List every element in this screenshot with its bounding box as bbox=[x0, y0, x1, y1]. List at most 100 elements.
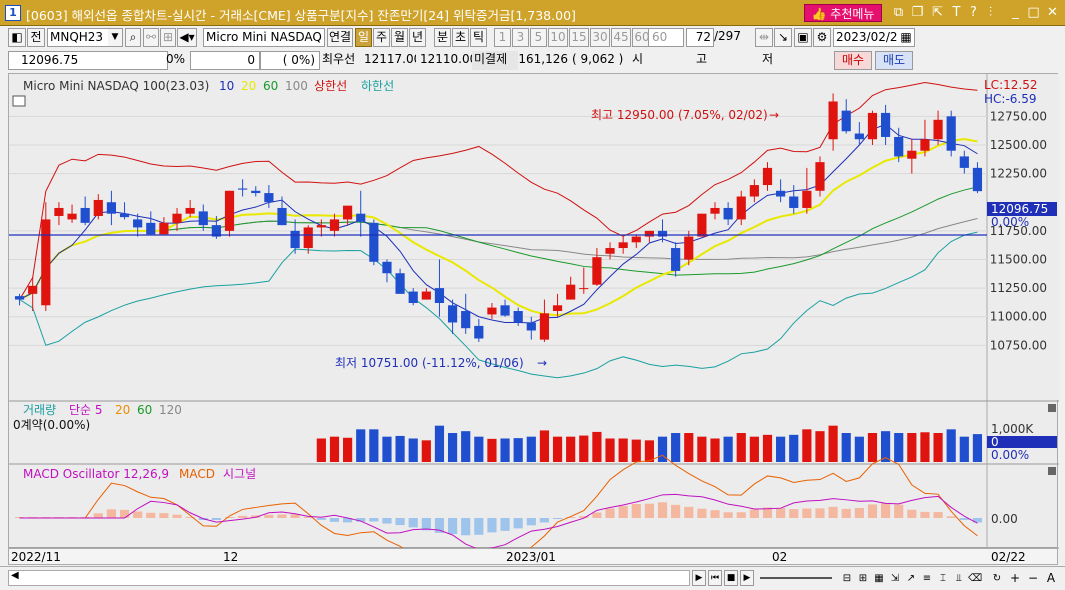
interval-30[interactable]: 30 bbox=[590, 28, 610, 47]
erase-icon[interactable]: ⌫ bbox=[968, 570, 982, 586]
chart-svg[interactable]: Micro Mini NASDAQ 100(23.03) 10 20 60 10… bbox=[9, 74, 1059, 588]
interval-5[interactable]: 5 bbox=[530, 28, 547, 47]
refresh-icon[interactable]: ↻ bbox=[990, 570, 1004, 586]
interval-1[interactable]: 1 bbox=[494, 28, 511, 47]
window-number[interactable]: 1 bbox=[5, 5, 21, 21]
stop-icon[interactable]: ■ bbox=[724, 570, 738, 586]
macd-bar bbox=[146, 512, 156, 518]
volume-bar bbox=[343, 437, 353, 462]
play-icon[interactable]: ▶ bbox=[740, 570, 754, 586]
volume-bar bbox=[513, 438, 523, 462]
volume-sma-label: 단순 5 bbox=[69, 403, 103, 417]
panel-toggle-icon[interactable]: ◧ bbox=[8, 28, 26, 47]
rewind-icon[interactable]: ⏮ bbox=[708, 570, 722, 586]
display-count-input[interactable]: 72 bbox=[686, 28, 714, 47]
volume-bar bbox=[631, 439, 641, 462]
macd-bar bbox=[133, 511, 143, 518]
settings-icon[interactable]: ⚙ bbox=[813, 28, 831, 47]
contracts-label: 0계약(0.00%) bbox=[13, 417, 90, 432]
candle-body bbox=[776, 190, 786, 197]
maximize-icon[interactable]: □ bbox=[1026, 5, 1041, 20]
zoom-out-icon[interactable]: − bbox=[1026, 570, 1040, 586]
macd-bar bbox=[723, 512, 733, 518]
ruler-icon[interactable]: ⫫ bbox=[952, 570, 966, 586]
fib-tool-icon[interactable]: ≡ bbox=[920, 570, 934, 586]
interval-45[interactable]: 45 bbox=[611, 28, 631, 47]
window-icon[interactable]: ❐ bbox=[910, 5, 925, 20]
chevron-down-icon[interactable]: ▼ bbox=[108, 29, 122, 46]
cursor-icon[interactable]: ↘ bbox=[774, 28, 792, 47]
period-day[interactable]: 일 bbox=[355, 28, 372, 47]
resize-icon[interactable]: ⇱ bbox=[930, 5, 945, 20]
interval-10[interactable]: 10 bbox=[548, 28, 568, 47]
period-week[interactable]: 주 bbox=[373, 28, 390, 47]
link-chain-icon[interactable]: ⚯ bbox=[143, 28, 159, 47]
grid-icon[interactable]: ⊞ bbox=[160, 28, 176, 47]
macd-bar bbox=[880, 502, 891, 518]
search-icon[interactable]: ⌕ bbox=[125, 28, 141, 47]
scroll-right-icon[interactable]: ▶ bbox=[692, 570, 706, 586]
ma100-label: 100 bbox=[285, 79, 308, 93]
volume-bar bbox=[395, 435, 405, 462]
calendar-icon[interactable]: ▦ bbox=[898, 29, 914, 46]
save-icon[interactable]: ▣ bbox=[794, 28, 812, 47]
period-second[interactable]: 초 bbox=[452, 28, 469, 47]
period-year[interactable]: 년 bbox=[409, 28, 426, 47]
interval-select[interactable]: 60 bbox=[648, 28, 684, 47]
minimize-icon[interactable]: _ bbox=[1008, 5, 1023, 20]
app-window: 1 [0603] 해외선옵 종합차트-실시간 - 거래소[CME] 상품구분[지… bbox=[0, 0, 1065, 590]
interval-15[interactable]: 15 bbox=[569, 28, 589, 47]
zoom-in-icon[interactable]: + bbox=[1008, 570, 1022, 586]
horizontal-scrollbar[interactable]: ◀ bbox=[8, 570, 690, 586]
ask-price: 12117.00 bbox=[364, 52, 416, 66]
candle-body bbox=[395, 273, 405, 294]
layout-icon[interactable]: ⊟ bbox=[840, 570, 854, 586]
hc-label: HC:-6.59 bbox=[984, 92, 1037, 106]
expand-icon[interactable]: ⇲ bbox=[888, 570, 902, 586]
candle-body bbox=[907, 150, 917, 159]
link-icon[interactable]: ⧉ bbox=[891, 5, 906, 20]
line-tool-icon[interactable]: ↗ bbox=[904, 570, 918, 586]
period-month[interactable]: 월 bbox=[391, 28, 408, 47]
contract-link-toggle[interactable]: 연결 bbox=[327, 28, 353, 47]
chart-panel[interactable]: Micro Mini NASDAQ 100(23.03) 10 20 60 10… bbox=[8, 73, 1059, 588]
volume-bar bbox=[618, 438, 628, 462]
price-tick: 11500.00 bbox=[990, 252, 1047, 266]
pin-icon[interactable]: ⫶ bbox=[983, 5, 998, 20]
interval-3[interactable]: 3 bbox=[512, 28, 529, 47]
candle-body bbox=[146, 222, 156, 235]
volume-close-icon[interactable] bbox=[1048, 404, 1056, 412]
recommend-menu-button[interactable]: 👍 추천메뉴 bbox=[804, 4, 882, 22]
help-icon[interactable]: ? bbox=[966, 5, 981, 20]
sell-button[interactable]: 매도 bbox=[875, 51, 913, 70]
speaker-icon[interactable]: ◀▾ bbox=[177, 28, 197, 47]
change-pct-paren: ( 0%) bbox=[260, 51, 320, 70]
macd-bar bbox=[211, 518, 221, 521]
recommend-menu-label: 추천메뉴 bbox=[830, 7, 875, 21]
signal-line bbox=[19, 493, 978, 551]
macd-bar bbox=[671, 504, 681, 518]
high-arrow: → bbox=[769, 108, 779, 122]
buy-button[interactable]: 매수 bbox=[834, 51, 872, 70]
grid-view-icon[interactable]: ⊞ bbox=[856, 570, 870, 586]
candle-body bbox=[369, 222, 379, 262]
auto-scale-icon[interactable]: A bbox=[1044, 570, 1058, 586]
candle-body bbox=[474, 325, 484, 339]
table-view-icon[interactable]: ▦ bbox=[872, 570, 886, 586]
zoom-slider[interactable] bbox=[760, 577, 832, 579]
period-minute[interactable]: 분 bbox=[434, 28, 451, 47]
font-icon[interactable]: T bbox=[949, 5, 964, 20]
macd-bar bbox=[776, 507, 786, 518]
macd-bar bbox=[815, 508, 825, 518]
period-tick[interactable]: 틱 bbox=[470, 28, 487, 47]
date-axis-start: 2022/11 bbox=[11, 550, 61, 564]
text-tool-icon[interactable]: ⌶ bbox=[936, 570, 950, 586]
volume-bar bbox=[526, 436, 536, 462]
tab-all[interactable]: 전 bbox=[27, 28, 45, 47]
close-icon[interactable]: ✕ bbox=[1045, 5, 1060, 20]
table-icon[interactable] bbox=[12, 95, 26, 107]
candle-body bbox=[762, 167, 773, 186]
macd-close-icon[interactable] bbox=[1048, 467, 1056, 475]
scroll-left-icon[interactable]: ◀ bbox=[11, 570, 19, 581]
zoom-icon[interactable]: ⇹ bbox=[755, 28, 773, 47]
